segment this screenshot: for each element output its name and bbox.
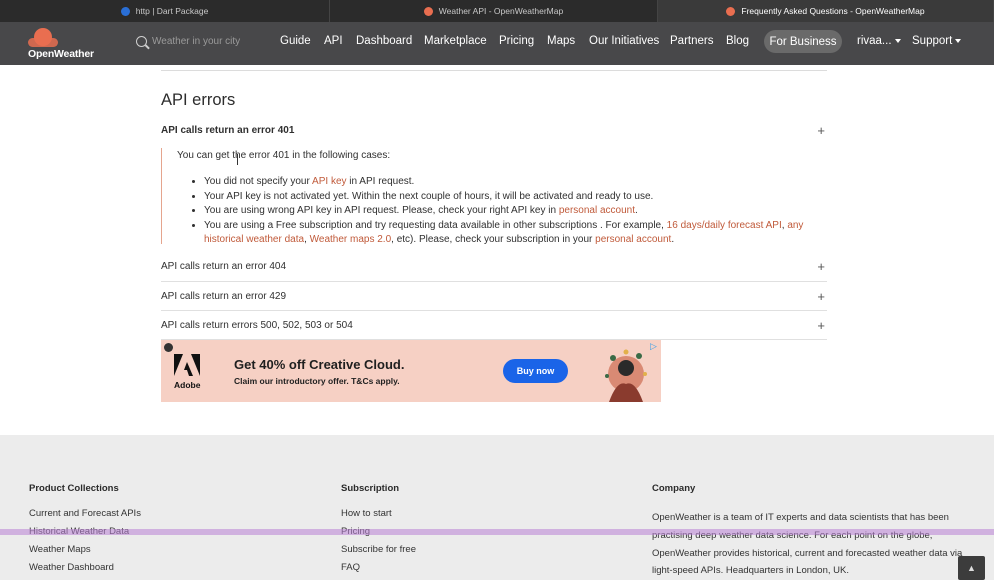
faq-divider: [161, 281, 827, 282]
personal-account-link[interactable]: personal account: [559, 205, 635, 216]
text: .: [671, 234, 675, 245]
nav-partners[interactable]: Partners: [670, 35, 713, 47]
faq-question-text: API calls return an error 401: [161, 125, 295, 136]
browser-tab-weather-api[interactable]: Weather API - OpenWeatherMap: [330, 0, 658, 22]
browser-tab-strip: http | Dart Package Weather API - OpenWe…: [0, 0, 994, 22]
nav-guide[interactable]: Guide: [280, 35, 311, 47]
browser-tab-dart[interactable]: http | Dart Package: [0, 0, 330, 22]
nav-pricing[interactable]: Pricing: [499, 35, 534, 47]
ad-badge-icon: [164, 343, 173, 352]
text: .: [635, 205, 638, 216]
faq-question-text: API calls return an error 429: [161, 291, 287, 302]
browser-tab-faq[interactable]: Frequently Asked Questions - OpenWeather…: [658, 0, 994, 22]
support-menu[interactable]: Support: [912, 35, 962, 47]
list-item: Your API key is not activated yet. Withi…: [204, 190, 829, 205]
buy-now-button[interactable]: Buy now: [503, 359, 568, 383]
for-business-button[interactable]: For Business: [764, 30, 842, 53]
selection-highlight: [0, 529, 994, 535]
footer-link[interactable]: Subscribe for free: [341, 544, 416, 555]
site-footer: Product Collections Current and Forecast…: [0, 435, 994, 580]
text: You did not specify your: [204, 176, 313, 187]
chevron-down-icon: [894, 38, 901, 43]
tab-title: Weather API - OpenWeatherMap: [438, 6, 564, 16]
cloud-icon: [28, 38, 58, 47]
tab-title: http | Dart Package: [135, 6, 209, 16]
openweather-icon: [423, 6, 433, 16]
faq-answer-401: You can get the error 401 in the followi…: [161, 148, 827, 245]
logo-text: OpenWeather: [28, 48, 94, 60]
expand-icon[interactable]: +: [817, 289, 825, 304]
faq-question-text: API calls return errors 500, 502, 503 or…: [161, 320, 353, 331]
personal-account-link[interactable]: personal account: [595, 234, 671, 245]
search-input[interactable]: Weather in your city: [152, 36, 240, 47]
weather-maps-link[interactable]: Weather maps 2.0: [310, 234, 392, 245]
tab-title: Frequently Asked Questions - OpenWeather…: [741, 6, 925, 16]
answer-intro: You can get the error 401 in the followi…: [177, 150, 391, 161]
openweather-icon: [726, 6, 736, 16]
nav-marketplace[interactable]: Marketplace: [424, 35, 487, 47]
expand-icon[interactable]: +: [817, 318, 825, 333]
adobe-ad-banner[interactable]: ▷ Adobe Get 40% off Creative Cloud. Clai…: [161, 340, 661, 402]
user-menu[interactable]: rivaa...: [857, 35, 901, 47]
daily-forecast-link[interactable]: 16 days/daily forecast API: [667, 220, 782, 231]
faq-divider: [161, 310, 827, 311]
nav-maps[interactable]: Maps: [547, 35, 575, 47]
adobe-logo-icon: [174, 354, 200, 376]
nav-api[interactable]: API: [324, 35, 343, 47]
footer-link[interactable]: Weather Dashboard: [29, 562, 114, 573]
expand-icon[interactable]: +: [817, 123, 825, 138]
city-search[interactable]: Weather in your city: [136, 36, 240, 47]
support-label: Support: [912, 35, 953, 47]
ad-subline: Claim our introductory offer. T&Cs apply…: [234, 376, 400, 386]
text: You are using a Free subscription and tr…: [204, 219, 667, 231]
scroll-to-top-button[interactable]: ▲: [958, 556, 985, 580]
footer-link[interactable]: FAQ: [341, 562, 360, 573]
text-cursor-icon: [237, 154, 239, 165]
openweather-logo[interactable]: OpenWeather: [28, 28, 98, 60]
text: , etc). Please, check your subscription …: [391, 234, 596, 245]
list-item: You are using a Free subscription and tr…: [204, 219, 829, 248]
search-icon: [136, 36, 147, 47]
site-header: OpenWeather Weather in your city Guide A…: [0, 22, 994, 65]
footer-link[interactable]: Current and Forecast APIs: [29, 508, 141, 519]
chevron-up-icon: ▲: [967, 563, 976, 573]
user-name: rivaa...: [857, 35, 892, 47]
nav-blog[interactable]: Blog: [726, 35, 749, 47]
section-title: API errors: [161, 91, 236, 109]
text: in API request.: [346, 176, 415, 187]
dart-icon: [120, 6, 130, 16]
chevron-down-icon: [955, 38, 962, 43]
expand-icon[interactable]: +: [817, 259, 825, 274]
ad-illustration: [605, 349, 647, 402]
faq-question-text: API calls return an error 404: [161, 261, 287, 272]
footer-link[interactable]: Weather Maps: [29, 544, 91, 555]
list-item: You did not specify your API key in API …: [204, 175, 829, 190]
footer-heading: Product Collections: [29, 483, 119, 494]
ad-brand: Adobe: [174, 380, 201, 390]
text: You are using wrong API key in API reque…: [204, 205, 559, 216]
nav-our-initiatives[interactable]: Our Initiatives: [589, 35, 659, 47]
api-key-link[interactable]: API key: [312, 176, 346, 187]
list-item: You are using wrong API key in API reque…: [204, 204, 829, 219]
footer-link[interactable]: How to start: [341, 508, 392, 519]
answer-list: You did not specify your API key in API …: [204, 175, 829, 248]
section-divider: [161, 70, 827, 71]
company-description: OpenWeather is a team of IT experts and …: [652, 512, 963, 577]
nav-dashboard[interactable]: Dashboard: [356, 35, 412, 47]
footer-heading: Company: [652, 483, 696, 494]
ad-headline: Get 40% off Creative Cloud.: [234, 357, 405, 372]
footer-heading: Subscription: [341, 483, 400, 494]
